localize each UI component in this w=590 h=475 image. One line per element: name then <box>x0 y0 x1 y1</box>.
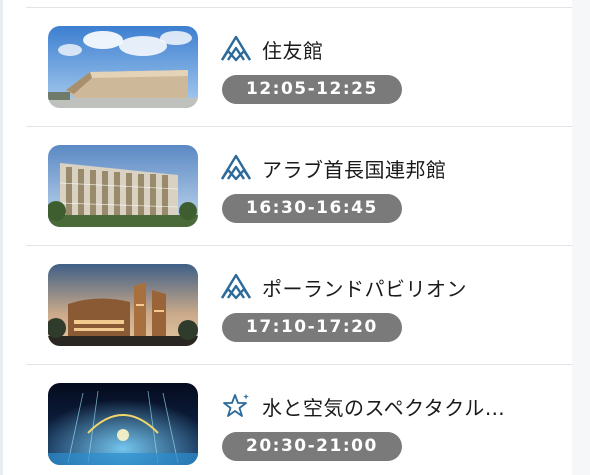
poland-pavilion-photo <box>48 264 198 346</box>
screen-left-edge <box>0 0 3 475</box>
list-item[interactable]: ポーランドパビリオン 17:10-17:20 <box>26 246 572 365</box>
event-star-icon <box>220 391 252 419</box>
list-item[interactable]: アラブ首長国連邦館 16:30-16:45 <box>26 127 572 246</box>
sumitomo-pavilion-photo <box>48 26 198 108</box>
uae-pavilion-photo <box>48 145 198 227</box>
pavilion-icon <box>220 272 252 300</box>
screen-right-edge <box>572 0 590 475</box>
time-badge: 16:30-16:45 <box>222 194 402 223</box>
pavilion-icon <box>220 153 252 181</box>
item-title: 水と空気のスペクタクル… <box>262 396 506 420</box>
pavilion-icon <box>220 34 252 62</box>
list-item[interactable]: 住友館 12:05-12:25 <box>26 8 572 127</box>
schedule-list: 住友館 12:05-12:25 アラブ首長国連邦館 16:30-16:45 ポー… <box>26 0 572 475</box>
time-badge: 12:05-12:25 <box>222 75 402 104</box>
time-badge: 20:30-21:00 <box>222 432 402 461</box>
item-title: ポーランドパビリオン <box>262 277 467 301</box>
list-item[interactable]: 水と空気のスペクタクル… 20:30-21:00 <box>26 365 572 475</box>
item-title: 住友館 <box>262 39 324 63</box>
item-title: アラブ首長国連邦館 <box>262 158 447 182</box>
night-show-photo <box>48 383 198 465</box>
time-badge: 17:10-17:20 <box>222 313 402 342</box>
